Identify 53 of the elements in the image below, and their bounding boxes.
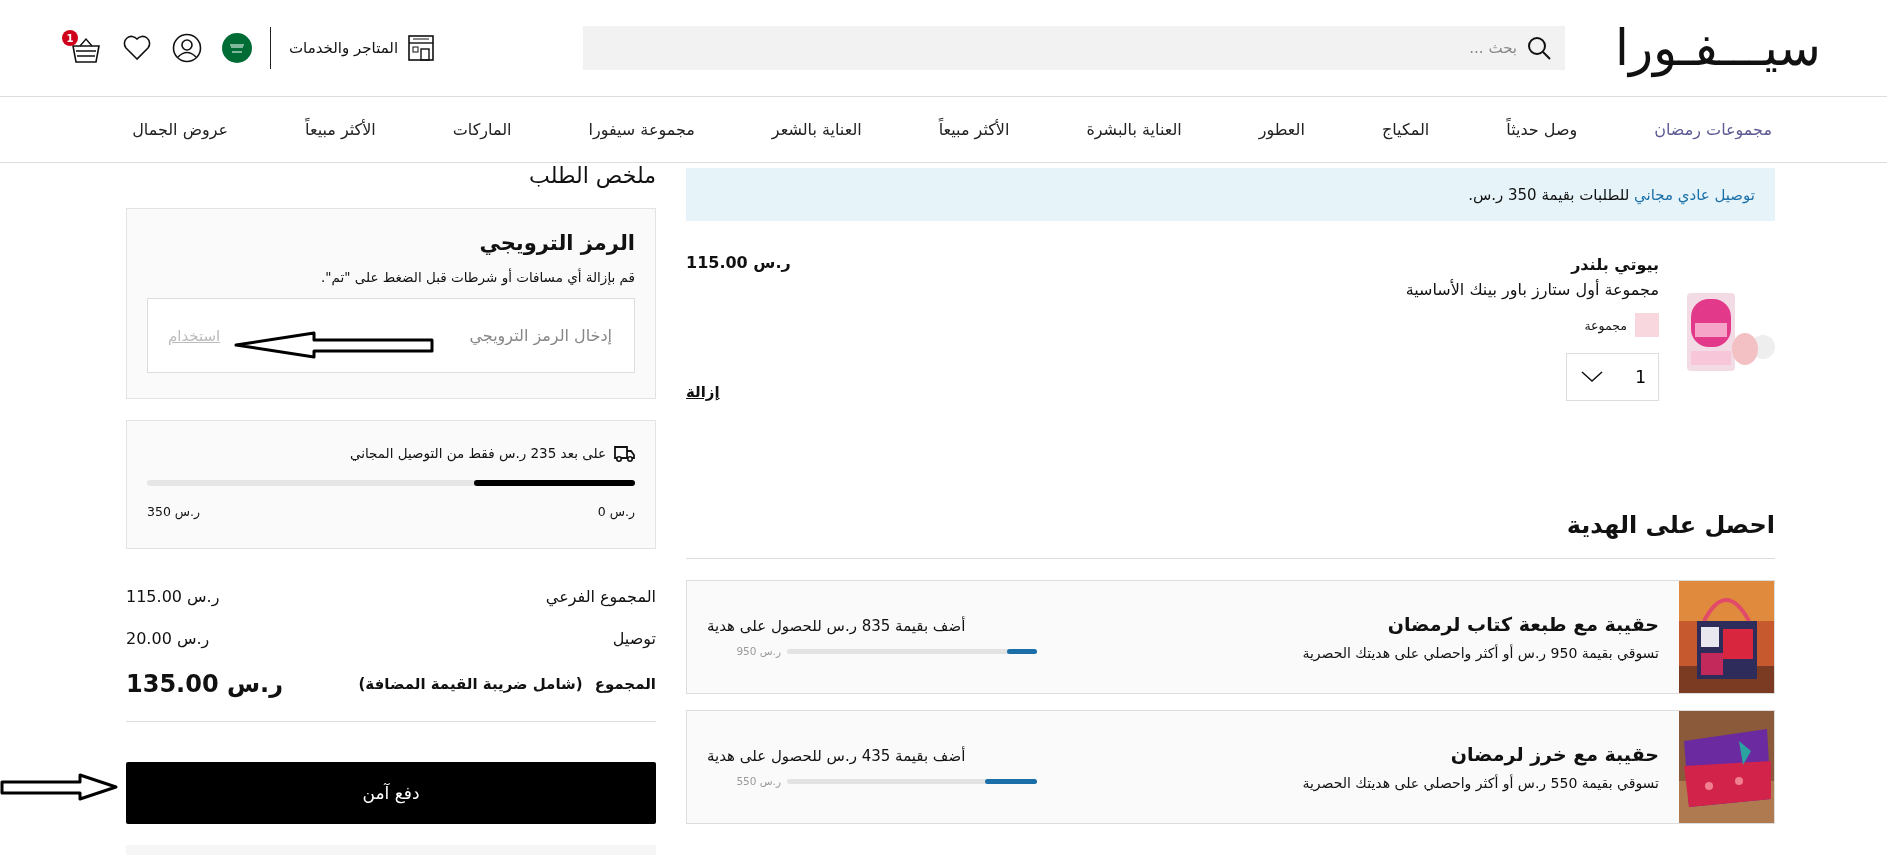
chevron-down-icon — [1581, 371, 1603, 383]
nav-link[interactable]: المكياج — [1381, 120, 1430, 139]
nav-link[interactable]: العناية بالشعر — [771, 120, 862, 139]
product-name: مجموعة أول ستارز باور بينك الأساسية — [1405, 280, 1659, 299]
gift-progress-text: أضف بقيمة 835 ر.س للحصول على هدية — [707, 617, 967, 635]
gift-target-label: ر.س 950 — [736, 645, 781, 657]
tax-note: (شامل ضريبة القيمة المضافة) — [358, 675, 583, 693]
color-swatch — [1635, 313, 1659, 337]
nav-link[interactable]: الماركات — [452, 120, 512, 139]
total-label: المجموع — [594, 675, 656, 693]
user-icon[interactable] — [172, 33, 202, 63]
section-title: ملخص الطلب — [528, 163, 656, 187]
nav-link[interactable]: عروض الجمال — [132, 120, 229, 139]
quantity-dropdown[interactable]: 1 — [1566, 353, 1659, 401]
progress-end-label: ر.س 350 — [147, 504, 201, 519]
search-icon — [1527, 36, 1551, 60]
checkout-button[interactable]: دفع آمن — [126, 762, 656, 824]
nav-link[interactable]: وصل حديثاً — [1506, 120, 1578, 139]
card-title: الرمز الترويجي — [478, 231, 635, 255]
store-icon — [408, 35, 435, 61]
logo[interactable]: سيـــفـورا — [1611, 13, 1825, 83]
heart-icon[interactable] — [122, 33, 152, 63]
line-label: المجموع الفرعي — [545, 586, 656, 606]
nav-link[interactable]: مجموعات رمضان — [1654, 120, 1772, 139]
line-label: توصيل — [612, 628, 656, 648]
nav-link[interactable]: الأكثر مبيعاً — [938, 120, 1010, 139]
shipping-message: على بعد 235 ر.س فقط من التوصيل المجاني — [349, 444, 606, 461]
line-value: ر.س 115.00 — [126, 586, 220, 606]
product-price: ر.س 115.00 — [686, 253, 791, 272]
nav-link[interactable]: العطور — [1258, 120, 1305, 139]
gift-description: تسوقي بقيمة 950 ر.س أو أكثر واحصلي على هديتك الحصرية — [1301, 645, 1659, 661]
gift-title: حقيبة مع طبعة كتاب لرمضان — [1386, 613, 1659, 635]
gift-title: حقيبة مع خرز لرمضان — [1449, 743, 1659, 765]
banner-text: توصيل عادي مجاني للطلبات بقيمة 350 ر.س. — [1468, 185, 1755, 204]
nav-link[interactable]: العناية بالبشرة — [1086, 120, 1182, 139]
cart-count-badge: 1 — [62, 30, 78, 46]
total-value: ر.س 135.00 — [126, 670, 284, 698]
progress-start-label: ر.س 0 — [597, 504, 635, 519]
gift-progress-text: أضف بقيمة 435 ر.س للحصول على هدية — [707, 747, 967, 765]
hint-text: قم بإزالة أي مسافات أو شرطات قبل الضغط على "تم". — [321, 269, 635, 285]
flag-icon[interactable] — [222, 33, 252, 63]
truck-icon — [614, 443, 635, 462]
remove-link[interactable]: إزالة — [686, 383, 720, 401]
stores-link[interactable]: المتاجر والخدمات — [289, 35, 435, 61]
nav-link[interactable]: الأكثر مبيعاً — [305, 120, 376, 139]
product-brand: بيوتي بلندر — [1571, 255, 1659, 274]
section-title: احصل على الهدية — [1565, 510, 1775, 541]
gift-target-label: ر.س 550 — [736, 775, 781, 787]
line-value: ر.س 20.00 — [126, 628, 210, 648]
search-field[interactable]: بحث ... — [583, 26, 1565, 70]
nav-link[interactable]: مجموعة سيفورا — [588, 120, 695, 139]
gift-description: تسوقي بقيمة 550 ر.س أو أكثر واحصلي على هديتك الحصرية — [1301, 775, 1659, 791]
variant-label: مجموعة — [1584, 317, 1627, 333]
